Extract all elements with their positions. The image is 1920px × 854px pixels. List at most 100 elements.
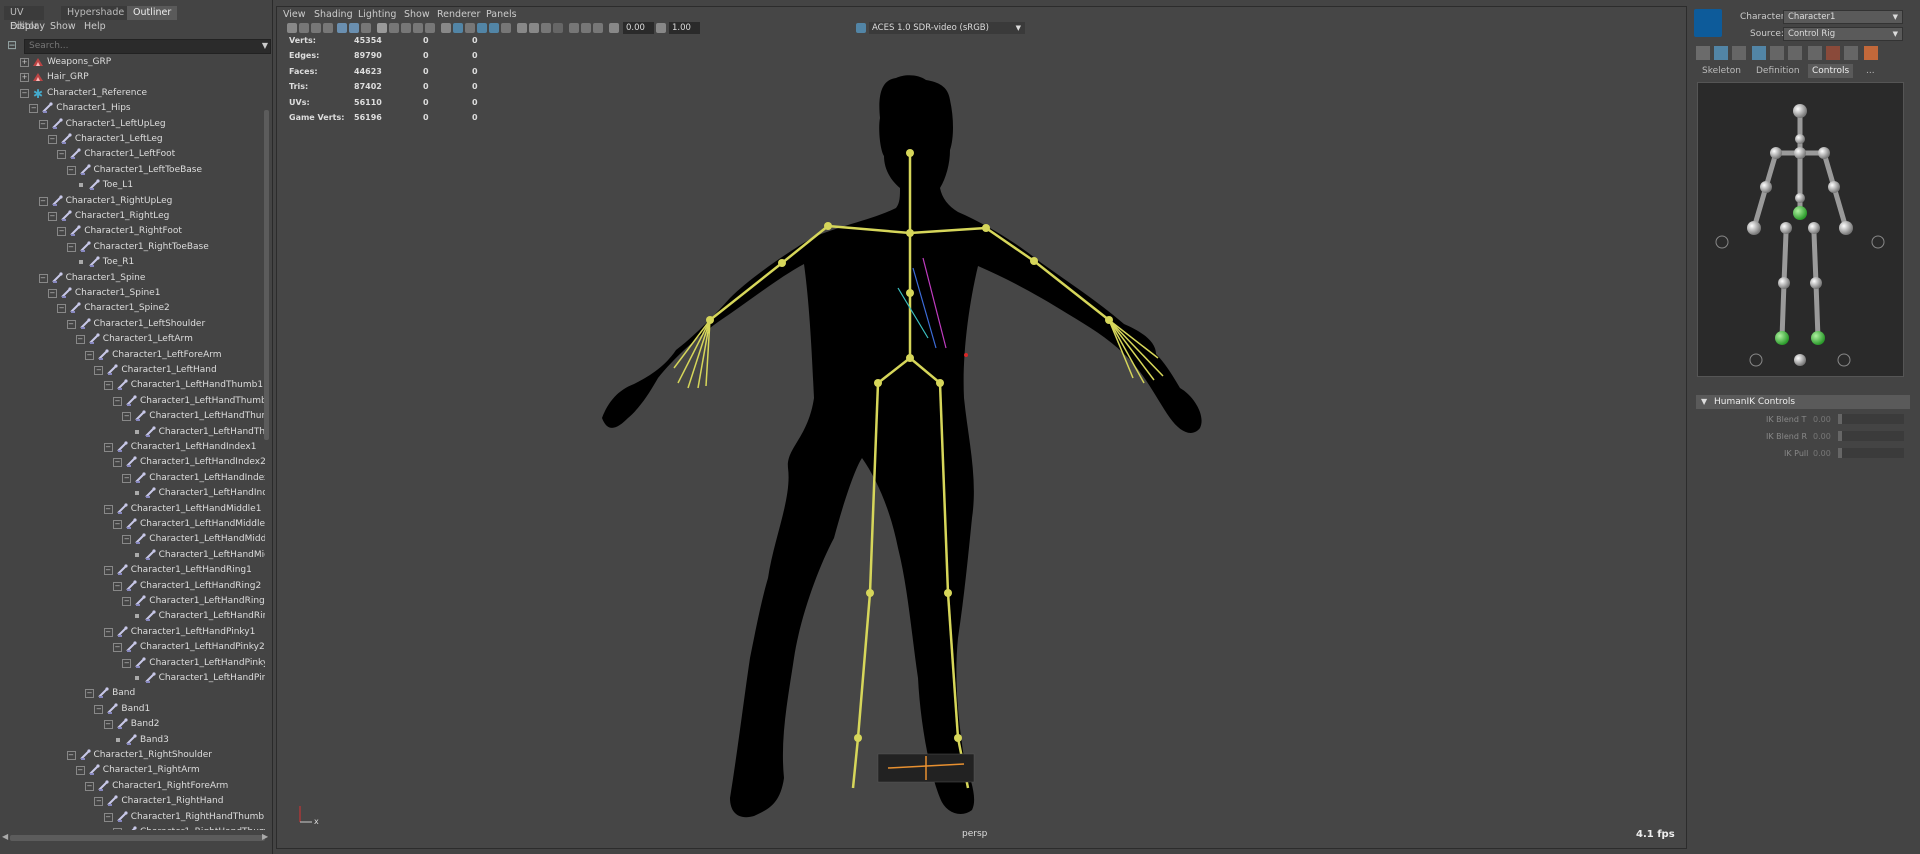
rig-effectors[interactable]	[1747, 104, 1853, 366]
menu-show[interactable]: Show	[404, 9, 430, 20]
tree-row[interactable]: − Character1_LeftHandThumb3	[0, 409, 265, 423]
collapse-icon[interactable]: −	[47, 212, 57, 221]
source-select[interactable]: Control Rig ▼	[1783, 27, 1903, 41]
full-body-icon[interactable]	[1752, 46, 1766, 60]
expand-icon[interactable]: +	[20, 73, 29, 83]
gamma-icon[interactable]	[656, 23, 666, 33]
xray-active-icon[interactable]	[477, 23, 487, 33]
collapse-icon[interactable]: −	[122, 412, 132, 422]
rig-fk-toggles[interactable]	[1715, 235, 1885, 367]
tree-row[interactable]: − Character1_Spine1	[0, 286, 265, 300]
tree-row[interactable]: − Character1_RightArm	[0, 763, 265, 777]
camera-lock-icon[interactable]	[299, 23, 309, 33]
tree-row[interactable]: − Character1_RightLeg	[0, 209, 265, 223]
pin-translate-icon[interactable]	[1826, 46, 1840, 60]
menu-lighting[interactable]: Lighting	[358, 9, 396, 20]
tree-row[interactable]: − Character1_Spine2	[0, 301, 265, 315]
snapshot-icon[interactable]	[581, 23, 591, 33]
collapse-icon[interactable]: −	[113, 396, 122, 406]
tree-row[interactable]: Band3	[0, 733, 265, 747]
collapse-icon[interactable]: −	[57, 227, 67, 237]
tab-controls[interactable]: Controls	[1808, 64, 1854, 78]
sync-icon[interactable]	[541, 23, 551, 33]
tree-row[interactable]: − Character1_RightFoot	[0, 224, 265, 238]
collapse-icon[interactable]: −	[38, 196, 48, 206]
select-tool-icon[interactable]	[1714, 46, 1728, 60]
grid-icon[interactable]	[349, 23, 359, 33]
collapse-icon[interactable]: −	[122, 473, 132, 483]
slider-handle[interactable]	[1838, 448, 1842, 458]
smooth-shade-icon[interactable]	[389, 23, 399, 33]
viewport-canvas[interactable]: x	[278, 38, 1684, 846]
collapse-icon[interactable]: −	[94, 797, 104, 807]
humanik-controls-header[interactable]: ▼ HumanIK Controls	[1696, 395, 1910, 409]
collapse-icon[interactable]: −	[38, 119, 48, 129]
tree-row[interactable]: − Band	[0, 686, 265, 700]
tree-row[interactable]: − Character1_LeftHandPinky1	[0, 625, 265, 639]
collapse-icon[interactable]: −	[103, 812, 113, 822]
xray-joints-icon[interactable]	[465, 23, 475, 33]
tree-row[interactable]: Character1_LeftHandPinky4	[0, 671, 265, 685]
collapse-icon[interactable]: −	[94, 704, 104, 714]
tree-row[interactable]: − Character1_LeftHandPinky2	[0, 640, 265, 654]
left-forearm-bone[interactable]	[709, 262, 783, 321]
hud-icon[interactable]	[569, 23, 579, 33]
collapse-icon[interactable]: −	[85, 350, 95, 360]
exposure-field[interactable]: 0.00	[623, 22, 654, 34]
lights-icon[interactable]	[413, 23, 423, 33]
tree-row[interactable]: − Character1_RightUpLeg	[0, 194, 265, 208]
collapse-icon[interactable]: −	[122, 597, 132, 606]
filter-icon[interactable]: ⊟	[7, 38, 21, 52]
tree-row[interactable]: − Character1_LeftHandPinky3	[0, 656, 265, 670]
collapse-icon[interactable]: −	[85, 781, 95, 791]
collapse-icon[interactable]: −	[113, 520, 122, 529]
left-foot-bone[interactable]	[851, 737, 860, 789]
isolate-icon[interactable]	[441, 23, 451, 33]
tree-row[interactable]: − Character1_LeftHandRing1	[0, 563, 265, 577]
tree-row[interactable]: − Character1_LeftHandIndex3	[0, 471, 265, 485]
collapse-icon[interactable]: −	[113, 643, 122, 653]
collapse-icon[interactable]: −	[29, 104, 39, 114]
tree-row[interactable]: − Character1_RightHandThumb2	[0, 825, 265, 830]
collapse-icon[interactable]: −	[113, 828, 122, 830]
collapse-icon[interactable]: −	[66, 319, 76, 329]
tree-row[interactable]: + Weapons_GRP	[0, 55, 265, 69]
key-all-icon[interactable]	[1808, 46, 1822, 60]
color-management-icon[interactable]	[856, 23, 866, 33]
pin-rotate-icon[interactable]	[1844, 46, 1858, 60]
collapse-icon[interactable]: −	[103, 381, 113, 391]
depth-of-field-icon[interactable]	[529, 23, 539, 33]
tree-row[interactable]: − Character1_LeftHand	[0, 363, 265, 377]
menu-shading[interactable]: Shading	[314, 9, 353, 20]
tab-more[interactable]: ...	[1862, 64, 1879, 78]
collapse-icon[interactable]: −	[103, 720, 113, 730]
playblast-icon[interactable]	[593, 23, 603, 33]
collapse-icon[interactable]: −	[47, 135, 57, 144]
tree-row[interactable]: − Character1_LeftHandRing2	[0, 579, 265, 593]
ik-blend-r-slider[interactable]	[1838, 431, 1904, 441]
tree-row[interactable]: − Band1	[0, 702, 265, 716]
menu-show[interactable]: Show	[50, 21, 76, 32]
tree-row[interactable]: − Character1_LeftHandThumb2	[0, 394, 265, 408]
tree-row[interactable]: − Character1_RightForeArm	[0, 779, 265, 793]
xray-icon[interactable]	[453, 23, 463, 33]
tab-hypershade[interactable]: Hypershade	[61, 6, 131, 20]
menu-panels[interactable]: Panels	[486, 9, 517, 20]
collapse-icon[interactable]: −	[103, 443, 113, 452]
tree-row[interactable]: Character1_LeftHandRing4	[0, 609, 265, 623]
selection-icon[interactable]	[1788, 46, 1802, 60]
stance-icon[interactable]	[1864, 46, 1878, 60]
scroll-right-icon[interactable]: ▶	[262, 832, 268, 841]
collapse-arrow-icon[interactable]: ▼	[1701, 395, 1707, 409]
tree-row[interactable]: − Character1_RightHandThumb1	[0, 810, 265, 824]
collapse-icon[interactable]: −	[94, 366, 104, 375]
collapse-icon[interactable]: −	[57, 150, 67, 160]
tree-row[interactable]: Toe_R1	[0, 255, 265, 269]
antialias-icon[interactable]	[517, 23, 527, 33]
left-shin-bone[interactable]	[856, 592, 872, 739]
control-rig-figure[interactable]	[1698, 83, 1903, 376]
tree-row[interactable]: Character1_LeftHandIndex4	[0, 486, 265, 500]
image-plane-icon[interactable]	[337, 23, 347, 33]
tree-row[interactable]: − Character1_LeftHandIndex2	[0, 455, 265, 469]
shadows-icon[interactable]	[425, 23, 435, 33]
